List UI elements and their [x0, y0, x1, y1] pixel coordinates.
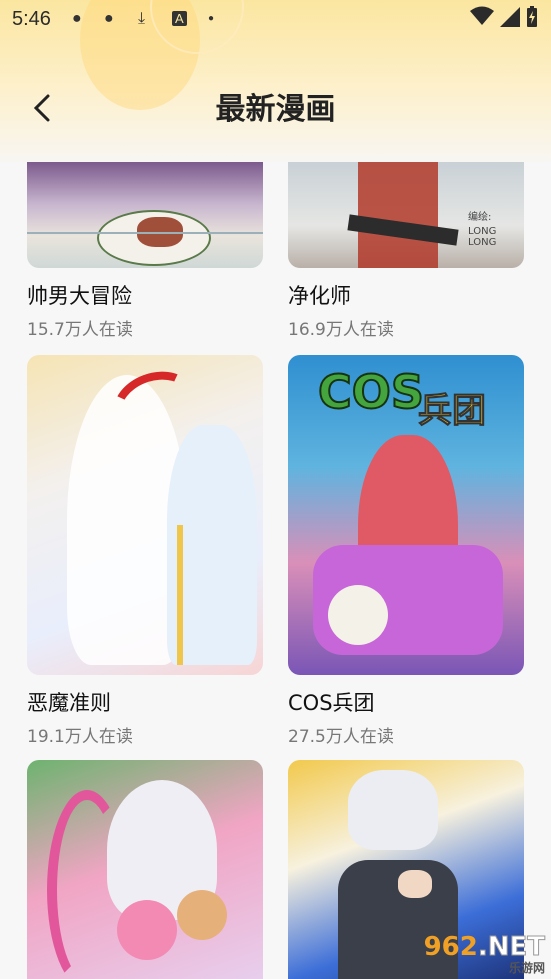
text-a-icon: A — [172, 11, 187, 26]
comic-readers: 15.7万人在读 — [27, 320, 133, 340]
comic-grid[interactable]: 帅男大冒险 15.7万人在读 编绘: LONG LONG 净化师 16.9万人在… — [0, 162, 551, 979]
watermark-brand: 962 — [423, 932, 478, 962]
battery-charging-icon — [526, 6, 538, 33]
comic-cover[interactable] — [27, 355, 263, 675]
comic-cover[interactable] — [27, 162, 263, 268]
status-bar: 5:46 ● ● ⤓ A ● — [0, 0, 551, 40]
character-hair-art — [348, 770, 438, 850]
hand-art — [398, 870, 432, 898]
comic-card[interactable] — [27, 760, 263, 979]
dot-icon: ● — [72, 10, 82, 27]
mascot-art — [328, 585, 388, 645]
header-bar: 5:46 ● ● ⤓ A ● 最新漫画 — [0, 0, 551, 162]
comic-cover[interactable]: 编绘: LONG LONG — [288, 162, 524, 268]
download-icon: ⤓ — [138, 10, 146, 27]
small-dot-icon: ● — [208, 13, 215, 24]
comic-title[interactable]: 恶魔准则 — [27, 687, 263, 717]
page-title: 最新漫画 — [215, 92, 336, 127]
comic-readers: 27.5万人在读 — [288, 727, 394, 747]
signal-icon — [500, 7, 520, 32]
watermark-suffix: .NET — [477, 932, 545, 962]
comic-title[interactable]: COS兵团 — [288, 687, 524, 717]
comic-title[interactable]: 帅男大冒险 — [27, 280, 263, 310]
dress-detail-art — [177, 525, 183, 665]
cos-logo-cn: 兵团 — [418, 391, 487, 432]
character-art — [358, 162, 438, 268]
ribbon-art — [47, 790, 127, 979]
wifi-icon — [470, 6, 494, 32]
comic-card[interactable]: 编绘: LONG LONG 净化师 16.9万人在读 — [288, 162, 524, 340]
dot-icon: ● — [104, 10, 114, 27]
cos-logo-text: COS — [317, 364, 425, 420]
comic-readers: 19.1万人在读 — [27, 727, 133, 747]
small-character-art — [117, 900, 177, 960]
comic-card[interactable]: 恶魔准则 19.1万人在读 — [27, 355, 263, 747]
cover-author: LONG LONG — [468, 226, 497, 248]
comic-cover[interactable] — [27, 760, 263, 979]
site-watermark: 962.NET 乐游网 — [415, 932, 546, 976]
comic-card[interactable]: 帅男大冒险 15.7万人在读 — [27, 162, 263, 340]
table-grid-art — [27, 232, 263, 234]
comic-readers: 16.9万人在读 — [288, 320, 394, 340]
comic-card[interactable]: COS 兵团 COS兵团 27.5万人在读 — [288, 355, 524, 747]
comic-title[interactable]: 净化师 — [288, 280, 524, 310]
status-time: 5:46 — [12, 8, 51, 30]
small-character-art — [177, 890, 227, 940]
comic-cover[interactable]: COS 兵团 — [288, 355, 524, 675]
cover-credit: 编绘: — [468, 212, 492, 223]
